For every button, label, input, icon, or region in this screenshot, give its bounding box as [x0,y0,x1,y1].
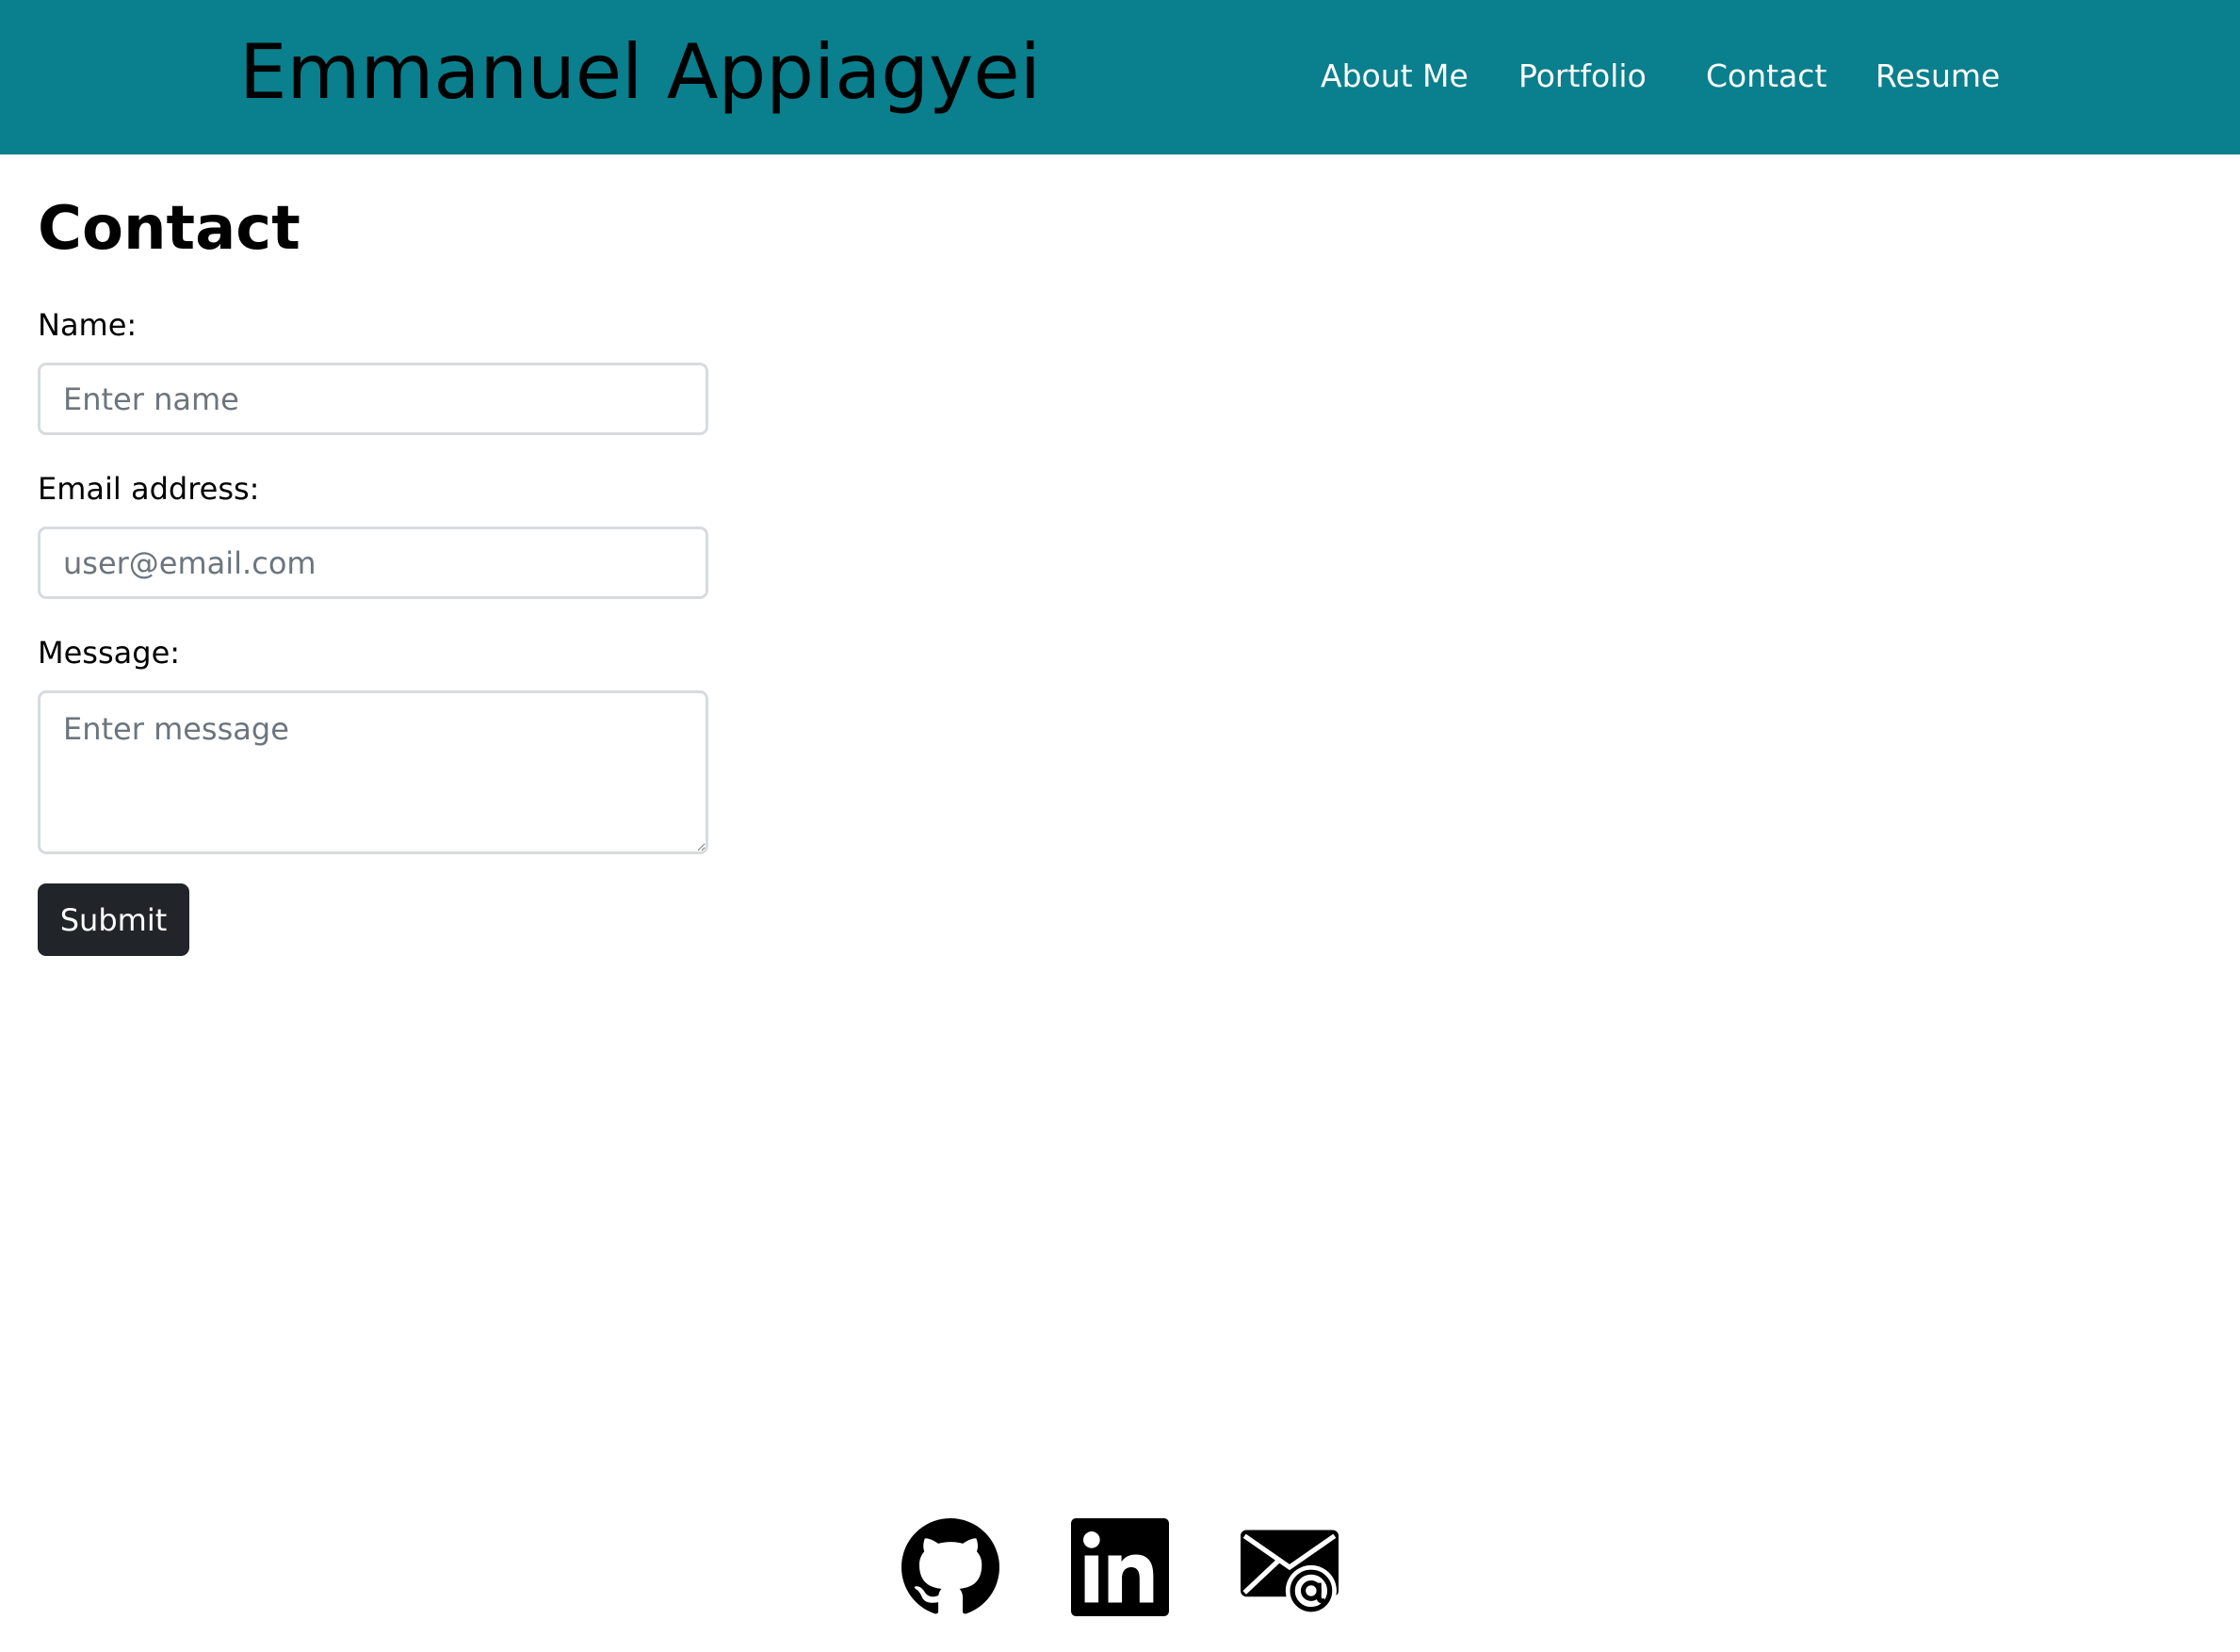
nav-about-me[interactable]: About Me [1321,53,1469,100]
message-textarea[interactable] [38,690,708,854]
email-icon [1241,1518,1339,1616]
email-label: Email address: [38,471,260,507]
submit-button[interactable]: Submit [38,883,189,956]
nav-portfolio[interactable]: Portfolio [1518,53,1647,100]
page-title: Contact [38,194,300,264]
nav-contact[interactable]: Contact [1706,53,1826,100]
footer-social-links [0,1518,2240,1616]
github-link[interactable] [901,1518,999,1616]
site-header: Emmanuel Appiagyei About Me Portfolio Co… [0,0,2240,154]
linkedin-icon [1071,1518,1169,1616]
message-label: Message: [38,635,181,671]
nav-resume[interactable]: Resume [1875,53,2000,100]
main-nav: About Me Portfolio Contact Resume [0,53,2240,100]
linkedin-link[interactable] [1071,1518,1169,1616]
name-label: Name: [38,307,138,343]
github-icon [901,1518,999,1616]
email-link[interactable] [1241,1518,1339,1616]
name-input[interactable] [38,363,708,435]
email-input[interactable] [38,526,708,599]
